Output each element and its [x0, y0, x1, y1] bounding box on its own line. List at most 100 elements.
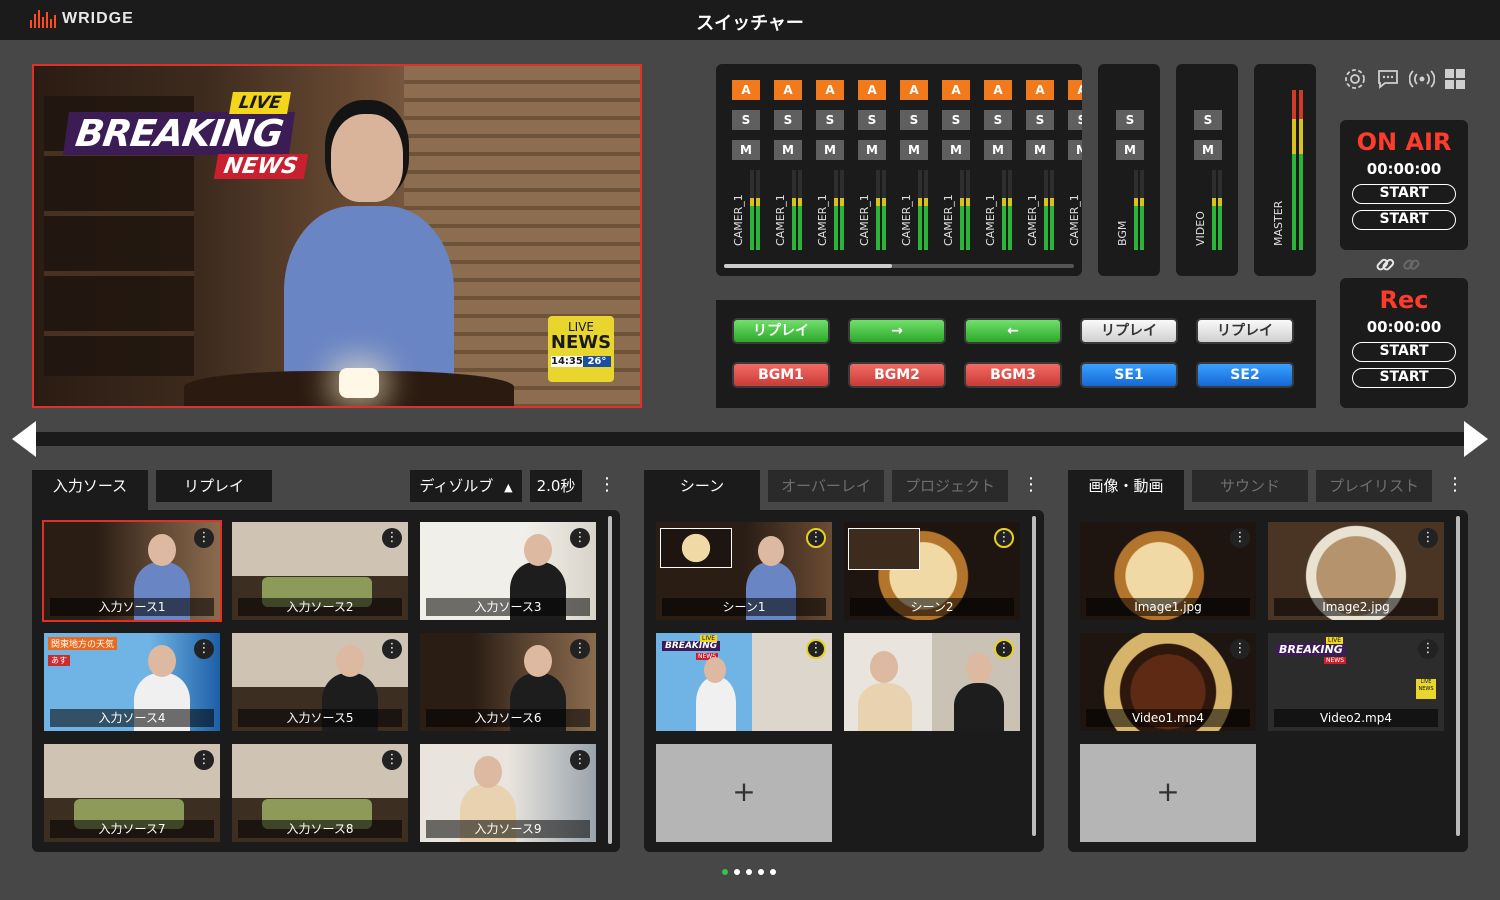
add-media-button[interactable]: +: [1080, 744, 1256, 842]
channel-mute-button[interactable]: M: [900, 140, 928, 160]
page-dot[interactable]: [722, 869, 728, 875]
page-dot[interactable]: [758, 869, 764, 875]
thumb-menu-icon[interactable]: ⋮: [382, 750, 402, 770]
grid-icon[interactable]: [1442, 67, 1468, 93]
tab-overlay[interactable]: オーバーレイ: [768, 470, 884, 502]
thumb-menu-icon[interactable]: ⋮: [1230, 528, 1250, 548]
channel-mute-button[interactable]: M: [1026, 140, 1054, 160]
thumb-menu-icon[interactable]: ⋮: [806, 639, 826, 659]
sound-pad-7[interactable]: BGM2: [848, 362, 946, 388]
thumb-menu-icon[interactable]: ⋮: [382, 639, 402, 659]
on-air-start-button-2[interactable]: START: [1352, 210, 1456, 230]
channel-a-button[interactable]: A: [900, 80, 928, 100]
page-dot[interactable]: [734, 869, 740, 875]
media-thumb[interactable]: BREAKING LIVE NEWS LIVE NEWS ⋮ Video2.mp4: [1268, 633, 1444, 731]
page-dot[interactable]: [746, 869, 752, 875]
media-thumb[interactable]: ⋮ Image1.jpg: [1080, 522, 1256, 620]
input-source-thumb[interactable]: ⋮ 入力ソース7: [44, 744, 220, 842]
input-source-thumb[interactable]: ⋮ 入力ソース2: [232, 522, 408, 620]
rec-start-button[interactable]: START: [1352, 342, 1456, 362]
media-menu-icon[interactable]: ⋮: [1446, 470, 1464, 502]
channel-a-button[interactable]: A: [942, 80, 970, 100]
transition-select[interactable]: ディゾルブ ▲: [410, 470, 522, 502]
channel-mute-button[interactable]: M: [816, 140, 844, 160]
rec-start-button-2[interactable]: START: [1352, 368, 1456, 388]
sound-pad-9[interactable]: SE1: [1080, 362, 1178, 388]
scenes-scrollbar[interactable]: [1032, 516, 1036, 836]
sound-pad-2[interactable]: →: [848, 318, 946, 344]
thumb-menu-icon[interactable]: ⋮: [194, 639, 214, 659]
channel-a-button[interactable]: A: [732, 80, 760, 100]
tab-sound[interactable]: サウンド: [1192, 470, 1308, 502]
tab-media[interactable]: 画像・動画: [1068, 470, 1184, 512]
thumb-menu-icon[interactable]: ⋮: [194, 528, 214, 548]
channel-mute-button[interactable]: M: [858, 140, 886, 160]
tab-scenes[interactable]: シーン: [644, 470, 760, 512]
thumb-menu-icon[interactable]: ⋮: [570, 750, 590, 770]
tab-replay[interactable]: リプレイ: [156, 470, 272, 502]
next-arrow-icon[interactable]: [1464, 421, 1488, 457]
scenes-menu-icon[interactable]: ⋮: [1022, 470, 1040, 502]
channel-solo-button[interactable]: S: [984, 110, 1012, 130]
channel-solo-button[interactable]: S: [858, 110, 886, 130]
channel-a-button[interactable]: A: [1026, 80, 1054, 100]
on-air-start-button[interactable]: START: [1352, 184, 1456, 204]
add-scene-button[interactable]: +: [656, 744, 832, 842]
thumb-menu-icon[interactable]: ⋮: [1418, 528, 1438, 548]
sound-pad-1[interactable]: リプレイ: [732, 318, 830, 344]
page-dot[interactable]: [770, 869, 776, 875]
channel-solo-button[interactable]: S: [1026, 110, 1054, 130]
scene-thumb[interactable]: ⋮: [844, 633, 1020, 731]
video-mute-button[interactable]: M: [1194, 140, 1222, 160]
sound-pad-5[interactable]: リプレイ: [1196, 318, 1294, 344]
input-source-thumb[interactable]: ⋮ 入力ソース3: [420, 522, 596, 620]
thumb-menu-icon[interactable]: ⋮: [570, 639, 590, 659]
bgm-mute-button[interactable]: M: [1116, 140, 1144, 160]
input-source-thumb[interactable]: ⋮ 入力ソース6: [420, 633, 596, 731]
channel-a-button[interactable]: A: [984, 80, 1012, 100]
tab-project[interactable]: プロジェクト: [892, 470, 1008, 502]
sound-pad-6[interactable]: BGM1: [732, 362, 830, 388]
sources-menu-icon[interactable]: ⋮: [598, 470, 616, 502]
mixer-scrollbar[interactable]: [724, 264, 1074, 268]
gear-icon[interactable]: [1342, 67, 1368, 93]
tab-input-sources[interactable]: 入力ソース: [32, 470, 148, 512]
sound-pad-3[interactable]: ←: [964, 318, 1062, 344]
channel-a-button[interactable]: A: [816, 80, 844, 100]
scene-thumb[interactable]: ⋮ シーン1: [656, 522, 832, 620]
thumb-menu-icon[interactable]: ⋮: [1418, 639, 1438, 659]
channel-solo-button[interactable]: S: [900, 110, 928, 130]
thumb-menu-icon[interactable]: ⋮: [194, 750, 214, 770]
channel-solo-button[interactable]: S: [942, 110, 970, 130]
thumb-menu-icon[interactable]: ⋮: [382, 528, 402, 548]
channel-mute-button[interactable]: M: [1068, 140, 1082, 160]
media-thumb[interactable]: ⋮ Image2.jpg: [1268, 522, 1444, 620]
input-source-thumb[interactable]: ⋮ 入力ソース9: [420, 744, 596, 842]
input-source-thumb[interactable]: 関東地方の天気 あす ⋮ 入力ソース4: [44, 633, 220, 731]
program-preview[interactable]: BREAKING LIVE NEWS LIVE NEWS 14:35 26°: [32, 64, 642, 408]
broadcast-icon[interactable]: [1408, 67, 1435, 93]
channel-solo-button[interactable]: S: [1068, 110, 1082, 130]
thumb-menu-icon[interactable]: ⋮: [570, 528, 590, 548]
prev-arrow-icon[interactable]: [12, 421, 36, 457]
channel-mute-button[interactable]: M: [732, 140, 760, 160]
sound-pad-4[interactable]: リプレイ: [1080, 318, 1178, 344]
thumb-menu-icon[interactable]: ⋮: [806, 528, 826, 548]
bgm-solo-button[interactable]: S: [1116, 110, 1144, 130]
sound-pad-8[interactable]: BGM3: [964, 362, 1062, 388]
channel-a-button[interactable]: A: [858, 80, 886, 100]
sound-pad-10[interactable]: SE2: [1196, 362, 1294, 388]
channel-mute-button[interactable]: M: [984, 140, 1012, 160]
tab-playlist[interactable]: プレイリスト: [1316, 470, 1432, 502]
thumb-menu-icon[interactable]: ⋮: [994, 528, 1014, 548]
channel-solo-button[interactable]: S: [732, 110, 760, 130]
video-solo-button[interactable]: S: [1194, 110, 1222, 130]
channel-a-button[interactable]: A: [1068, 80, 1082, 100]
channel-solo-button[interactable]: S: [774, 110, 802, 130]
thumb-menu-icon[interactable]: ⋮: [994, 639, 1014, 659]
input-source-thumb[interactable]: ⋮ 入力ソース5: [232, 633, 408, 731]
input-source-thumb[interactable]: ⋮ 入力ソース8: [232, 744, 408, 842]
scene-thumb[interactable]: BREAKING LIVE NEWS ⋮: [656, 633, 832, 731]
mixer-scroll-thumb[interactable]: [724, 264, 892, 268]
channel-mute-button[interactable]: M: [774, 140, 802, 160]
